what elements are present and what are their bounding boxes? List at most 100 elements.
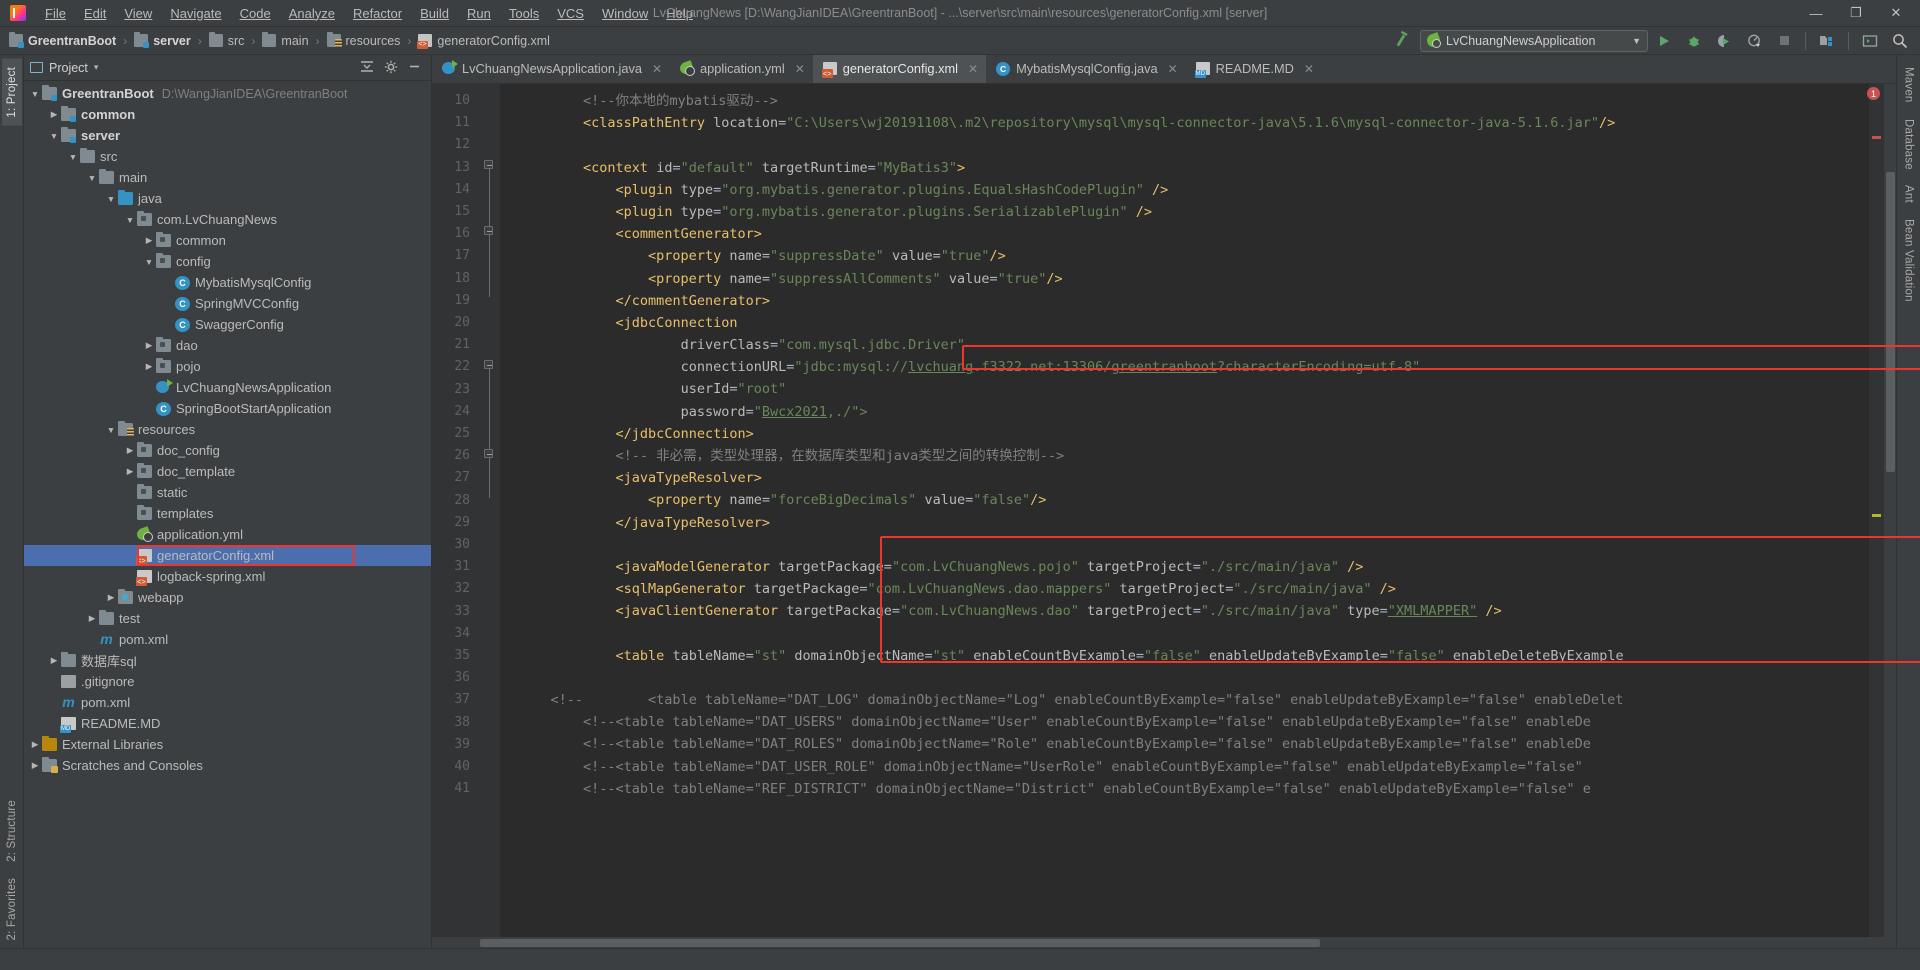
menu-view[interactable]: View: [115, 2, 161, 25]
hscrollbar-thumb[interactable]: [480, 939, 1320, 947]
code-line[interactable]: <jdbcConnection: [518, 312, 1869, 334]
breadcrumb-item-generatorconfig[interactable]: generatorConfig.xml: [415, 32, 553, 50]
code-line[interactable]: <!-- 非必需，类型处理器，在数据库类型和java类型之间的转换控制-->: [518, 445, 1869, 467]
code-line[interactable]: <!--<table tableName="DAT_USER_ROLE" dom…: [518, 756, 1869, 778]
code-line[interactable]: <property name="suppressDate" value="tru…: [518, 245, 1869, 267]
terminal-icon[interactable]: [1856, 29, 1884, 53]
sidebar-item-project[interactable]: 1: Project: [1, 59, 22, 126]
code-line[interactable]: </jdbcConnection>: [518, 423, 1869, 445]
tree-node[interactable]: ▼ GreentranBoot D:\WangJianIDEA\GreentranB…: [24, 83, 431, 104]
tree-node[interactable]: m pom.xml: [24, 629, 431, 650]
tree-node[interactable]: C MybatisMysqlConfig: [24, 272, 431, 293]
menu-window[interactable]: Window: [593, 2, 657, 25]
code-line[interactable]: <commentGenerator>: [518, 223, 1869, 245]
error-marker[interactable]: [1872, 136, 1881, 139]
run-with-coverage-icon[interactable]: [1710, 29, 1738, 53]
chevron-right-icon[interactable]: ▶: [28, 739, 42, 750]
editor-tab[interactable]: application.yml ✕: [670, 55, 813, 83]
menu-edit[interactable]: Edit: [75, 2, 115, 25]
tree-node[interactable]: ▼ java: [24, 188, 431, 209]
error-stripe-marker-column[interactable]: [1869, 84, 1883, 937]
menu-help[interactable]: Help: [657, 2, 702, 25]
tree-node[interactable]: ▶ dao: [24, 335, 431, 356]
chevron-down-icon[interactable]: ▼: [123, 215, 137, 225]
editor-tab[interactable]: LvChuangNewsApplication.java ✕: [432, 55, 670, 83]
hide-icon[interactable]: [408, 60, 421, 75]
tree-node[interactable]: logback-spring.xml: [24, 566, 431, 587]
close-icon[interactable]: ✕: [1304, 62, 1314, 76]
chevron-down-icon[interactable]: ▼: [142, 257, 156, 267]
chevron-down-icon[interactable]: ▼: [104, 425, 118, 435]
chevron-down-icon[interactable]: ▼: [85, 173, 99, 183]
scrollbar-thumb[interactable]: [1886, 172, 1895, 472]
editor-tab[interactable]: C MybatisMysqlConfig.java ✕: [986, 55, 1186, 83]
code-line[interactable]: </javaTypeResolver>: [518, 512, 1869, 534]
code-line[interactable]: <javaModelGenerator targetPackage="com.L…: [518, 556, 1869, 578]
close-button[interactable]: ✕: [1876, 0, 1916, 26]
menu-vcs[interactable]: VCS: [548, 2, 593, 25]
sidebar-item-structure[interactable]: 2: Structure: [2, 792, 22, 870]
sidebar-item-ant[interactable]: Ant: [1899, 177, 1919, 211]
tree-node[interactable]: ▶ pojo: [24, 356, 431, 377]
tree-node[interactable]: ▼ com.LvChuangNews: [24, 209, 431, 230]
chevron-right-icon[interactable]: ▶: [123, 445, 137, 456]
code-line[interactable]: [518, 534, 1869, 556]
sidebar-item-maven[interactable]: Maven: [1899, 59, 1919, 111]
code-line[interactable]: <!-- <table tableName="DAT_LOG" domainOb…: [518, 689, 1869, 711]
close-icon[interactable]: ✕: [652, 62, 662, 76]
sidebar-item-database[interactable]: Database: [1899, 111, 1919, 178]
code-folding-gutter[interactable]: [478, 84, 500, 937]
code-line[interactable]: <!--<table tableName="DAT_ROLES" domainO…: [518, 733, 1869, 755]
code-line[interactable]: userId="root": [518, 378, 1869, 400]
code-line[interactable]: <property name="forceBigDecimals" value=…: [518, 489, 1869, 511]
code-line[interactable]: <!--<table tableName="DAT_USERS" domainO…: [518, 711, 1869, 733]
fold-marker[interactable]: [484, 360, 494, 457]
editor-tab-bar[interactable]: LvChuangNewsApplication.java ✕ application…: [432, 55, 1896, 84]
tree-node[interactable]: ▼ src: [24, 146, 431, 167]
code-line[interactable]: <plugin type="org.mybatis.generator.plug…: [518, 201, 1869, 223]
sidebar-item-favorites[interactable]: 2: Favorites: [2, 870, 22, 948]
tree-node[interactable]: generatorConfig.xml: [24, 545, 431, 566]
profiler-icon[interactable]: [1740, 29, 1768, 53]
warning-marker[interactable]: [1872, 514, 1881, 517]
menu-file[interactable]: File: [36, 2, 75, 25]
run-icon[interactable]: [1650, 29, 1678, 53]
code-line[interactable]: [518, 667, 1869, 689]
code-line[interactable]: driverClass="com.mysql.jdbc.Driver": [518, 334, 1869, 356]
editor-tab[interactable]: generatorConfig.xml ✕: [812, 55, 987, 83]
code-line[interactable]: <javaClientGenerator targetPackage="com.…: [518, 600, 1869, 622]
tree-node[interactable]: templates: [24, 503, 431, 524]
code-line[interactable]: <javaTypeResolver>: [518, 467, 1869, 489]
code-line[interactable]: <table tableName="st" domainObjectName="…: [518, 645, 1869, 667]
chevron-right-icon[interactable]: ▶: [142, 361, 156, 372]
tree-node[interactable]: ▶ webapp: [24, 587, 431, 608]
tree-node[interactable]: ▼ config: [24, 251, 431, 272]
run-configuration-selector[interactable]: LvChuangNewsApplication ▼: [1420, 29, 1648, 52]
menu-code[interactable]: Code: [231, 2, 280, 25]
editor-tab[interactable]: README.MD ✕: [1186, 55, 1322, 83]
tree-node[interactable]: .gitignore: [24, 671, 431, 692]
chevron-down-icon[interactable]: ▼: [47, 131, 61, 141]
fold-marker[interactable]: [484, 449, 494, 498]
code-line[interactable]: <context id="default" targetRuntime="MyB…: [518, 157, 1869, 179]
tree-node[interactable]: C SpringBootStartApplication: [24, 398, 431, 419]
tree-node[interactable]: static: [24, 482, 431, 503]
tree-node[interactable]: ▼ resources: [24, 419, 431, 440]
chevron-right-icon[interactable]: ▶: [142, 340, 156, 351]
project-structure-icon[interactable]: [1813, 29, 1841, 53]
tree-node[interactable]: C SpringMVCConfig: [24, 293, 431, 314]
tree-node[interactable]: ▶ 数据库sql: [24, 650, 431, 671]
menu-analyze[interactable]: Analyze: [280, 2, 344, 25]
collapse-all-icon[interactable]: [360, 60, 374, 75]
menu-build[interactable]: Build: [411, 2, 458, 25]
minimize-button[interactable]: —: [1796, 0, 1836, 26]
editor-horizontal-scrollbar[interactable]: [432, 937, 1896, 948]
tree-node[interactable]: ▶ common: [24, 230, 431, 251]
code-line[interactable]: </commentGenerator>: [518, 290, 1869, 312]
stop-icon[interactable]: [1770, 29, 1798, 53]
chevron-right-icon[interactable]: ▶: [142, 235, 156, 246]
editor-vertical-scrollbar[interactable]: [1883, 84, 1896, 937]
sidebar-item-bean-validation[interactable]: Bean Validation: [1899, 211, 1919, 310]
fold-marker[interactable]: [484, 226, 494, 297]
code-line[interactable]: connectionURL="jdbc:mysql://lvchuang.f33…: [518, 356, 1869, 378]
